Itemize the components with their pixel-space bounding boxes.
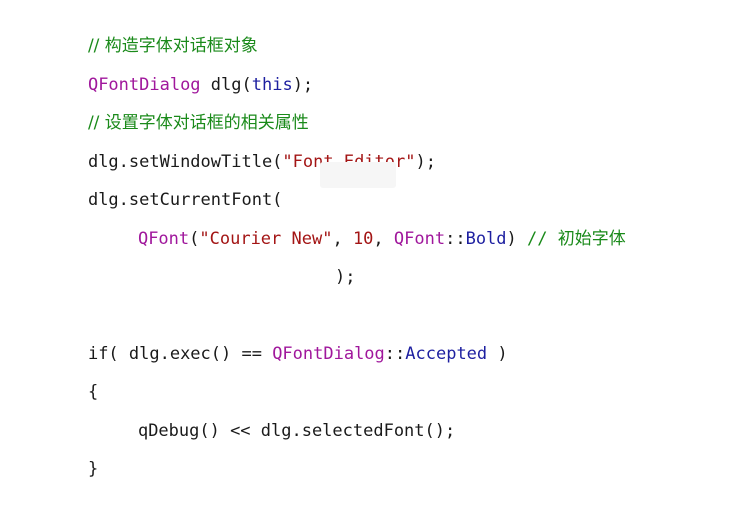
code-line-qfont-arguments: QFont("Courier New", 10, QFont::Bold) //… (97, 203, 626, 249)
code-text: ( (189, 229, 200, 249)
code-line-if-accepted: if( dlg.exec() == QFontDialog::Accepted … (47, 318, 508, 364)
comment-text: 初始字体 (557, 229, 626, 249)
enum-value: Bold (465, 229, 507, 249)
code-line-close-brace: } (47, 433, 98, 479)
code-text: , (373, 229, 394, 249)
number-literal: 10 (352, 229, 374, 249)
enum-value: Accepted (405, 344, 488, 364)
code-line-comment-set-attributes: // 设置字体对话框的相关属性 (47, 87, 309, 133)
faint-highlight (320, 162, 396, 188)
code-snippet: // 构造字体对话框对象 QFontDialog dlg(this); // 设… (0, 0, 729, 479)
code-text: ) (487, 344, 508, 364)
code-text: :: (384, 344, 406, 364)
code-text: if( dlg.exec() == (87, 344, 273, 364)
code-text: } (87, 459, 99, 479)
code-text: ); (334, 267, 356, 287)
class-name: QFont (137, 229, 190, 249)
code-line-debug-output: qDebug() << dlg.selectedFont(); (97, 395, 455, 441)
comment-text: // (527, 229, 558, 249)
class-name: QFontDialog (272, 344, 385, 364)
class-name: QFont (393, 229, 446, 249)
code-line-close-paren: ); (294, 241, 355, 287)
code-text: qDebug() << dlg.selectedFont(); (137, 421, 456, 441)
code-line-set-current-font: dlg.setCurrentFont( (47, 164, 282, 210)
code-text: :: (445, 229, 466, 249)
code-text: ); (415, 152, 436, 172)
code-line-open-brace: { (47, 356, 98, 402)
code-line-set-window-title: dlg.setWindowTitle("Font Editor"); (47, 126, 436, 172)
code-line-comment-construct: // 构造字体对话框对象 (47, 10, 258, 56)
code-text: ) (506, 229, 528, 249)
code-line-declare-dialog: QFontDialog dlg(this); (47, 49, 313, 95)
